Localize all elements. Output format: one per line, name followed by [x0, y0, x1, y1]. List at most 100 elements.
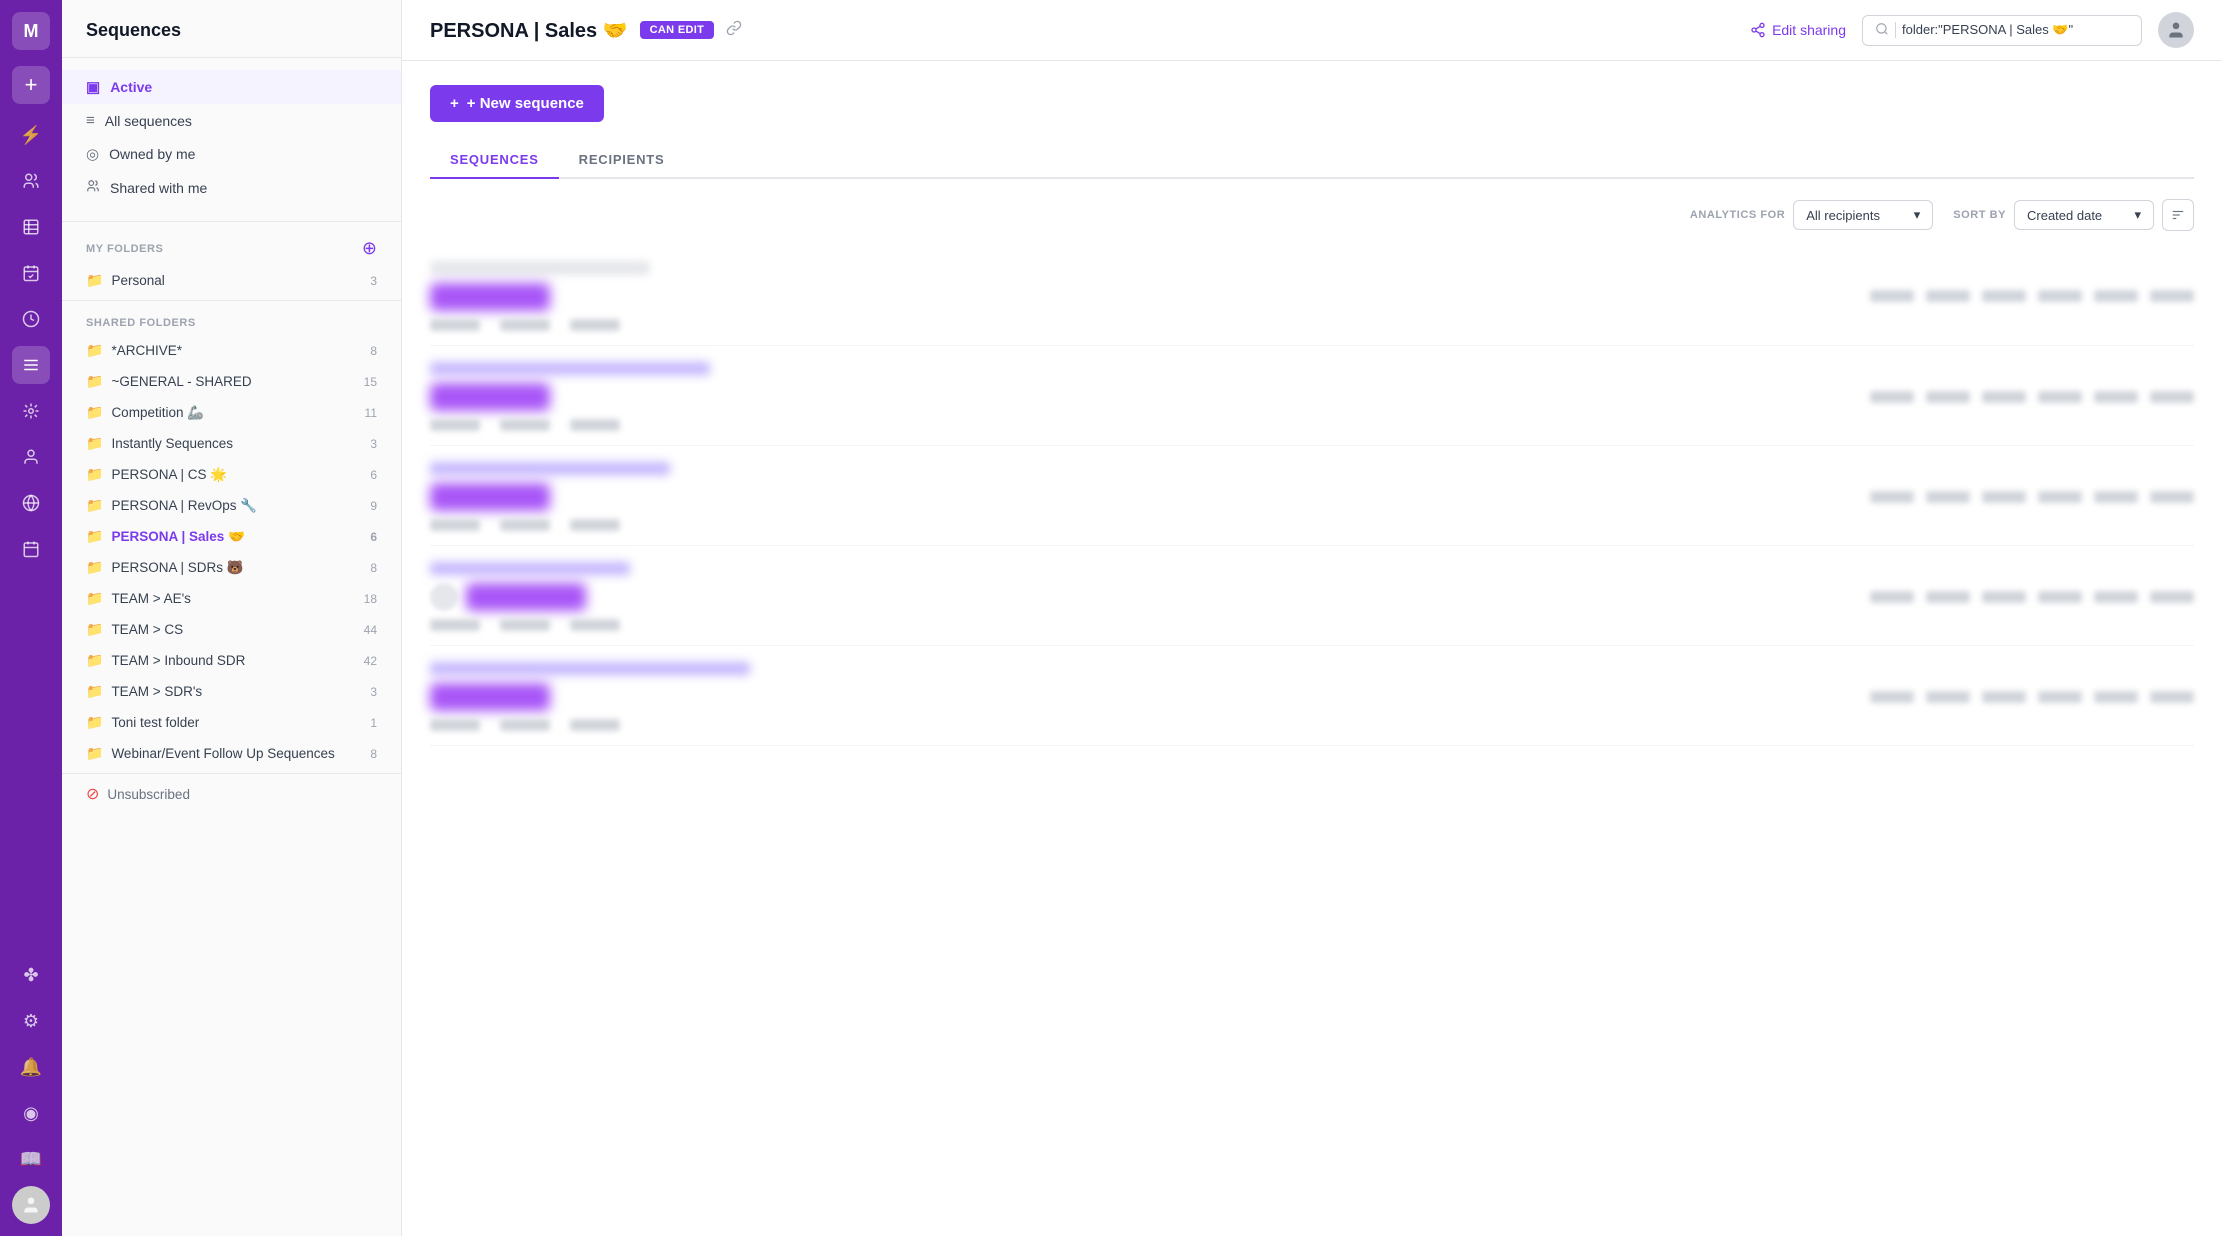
active-nav-icon: ▣ [86, 78, 100, 96]
folder-team-sdrs[interactable]: 📁 TEAM > SDR's 3 [62, 676, 401, 707]
sidebar-item-all-sequences[interactable]: ≡ All sequences [62, 104, 401, 137]
seq-right-stat [1926, 391, 1970, 403]
add-button[interactable]: + [12, 66, 50, 104]
folder-toni-test[interactable]: 📁 Toni test folder 1 [62, 707, 401, 738]
folder-webinar[interactable]: 📁 Webinar/Event Follow Up Sequences 8 [62, 738, 401, 769]
seq-right-stat [1926, 591, 1970, 603]
sort-dropdown[interactable]: Created date ▾ [2014, 200, 2154, 230]
sequences-list [430, 247, 2194, 746]
folder-instantly-sequences[interactable]: 📁 Instantly Sequences 3 [62, 428, 401, 459]
seq-right-stat [2094, 491, 2138, 503]
folder-inbound-count: 42 [364, 654, 377, 668]
contacts-icon[interactable] [12, 438, 50, 476]
settings-icon[interactable]: ⚙ [12, 1002, 50, 1040]
sidebar: Sequences ▣ Active ≡ All sequences ◎ Own… [62, 0, 402, 1236]
sidebar-item-shared-label: Shared with me [110, 180, 207, 196]
folder-persona-sdrs[interactable]: 📁 PERSONA | SDRs 🐻 8 [62, 552, 401, 583]
folder-team-sdrs-count: 3 [370, 685, 377, 699]
my-folders-label: MY FOLDERS [86, 243, 163, 255]
folder-team-inbound-sdr[interactable]: 📁 TEAM > Inbound SDR 42 [62, 645, 401, 676]
seq-right-stat [1870, 290, 1914, 302]
seq-stat-2 [500, 319, 550, 331]
analytics-sort-row: ANALYTICS FOR All recipients ▾ SORT BY C… [430, 199, 2194, 231]
automation-icon[interactable]: ✤ [12, 956, 50, 994]
seq-right-stat [2038, 491, 2082, 503]
folder-icon-persona-revops: 📁 [86, 497, 103, 514]
calendar-icon[interactable] [12, 530, 50, 568]
folder-competition[interactable]: 📁 Competition 🦾 11 [62, 397, 401, 428]
seq-right-stat [1982, 391, 2026, 403]
new-sequence-plus: + [450, 95, 459, 112]
sort-order-button[interactable] [2162, 199, 2194, 231]
sequences-icon[interactable] [12, 346, 50, 384]
search-divider [1895, 22, 1896, 38]
unsubscribed-item[interactable]: ⊘ Unsubscribed [62, 773, 401, 814]
folder-persona-sales-label: PERSONA | Sales 🤝 [111, 529, 244, 545]
add-folder-button[interactable]: ⊕ [362, 238, 377, 259]
new-sequence-label: + New sequence [467, 95, 584, 112]
sequence-badge-blur [430, 683, 550, 711]
folder-team-sdrs-label: TEAM > SDR's [111, 684, 202, 699]
lightning-icon[interactable]: ⚡ [12, 116, 50, 154]
folder-icon-inbound: 📁 [86, 652, 103, 669]
bell-icon[interactable]: 🔔 [12, 1048, 50, 1086]
sidebar-item-owned-by-me[interactable]: ◎ Owned by me [62, 137, 401, 171]
analytics-group: ANALYTICS FOR All recipients ▾ [1690, 200, 1933, 230]
folder-webinar-label: Webinar/Event Follow Up Sequences [111, 746, 334, 761]
topbar-left: PERSONA | Sales 🤝 CAN EDIT [430, 18, 742, 43]
sidebar-item-all-sequences-label: All sequences [105, 113, 192, 129]
globe-icon[interactable] [12, 484, 50, 522]
folder-persona-sdrs-label: PERSONA | SDRs 🐻 [111, 560, 243, 576]
search-bar[interactable]: folder:"PERSONA | Sales 🤝" [1862, 15, 2142, 46]
table-row[interactable] [430, 247, 2194, 346]
folder-icon-team-aes: 📁 [86, 590, 103, 607]
connections-icon[interactable] [12, 392, 50, 430]
my-folders-header: MY FOLDERS ⊕ [62, 226, 401, 265]
folder-persona-revops[interactable]: 📁 PERSONA | RevOps 🔧 9 [62, 490, 401, 521]
folder-general-shared[interactable]: 📁 ~GENERAL - SHARED 15 [62, 366, 401, 397]
folder-persona-cs[interactable]: 📁 PERSONA | CS 🌟 6 [62, 459, 401, 490]
seq-right-stat [1870, 391, 1914, 403]
page-title: PERSONA | Sales 🤝 [430, 18, 628, 43]
sidebar-item-active[interactable]: ▣ Active [62, 70, 401, 104]
folder-team-cs[interactable]: 📁 TEAM > CS 44 [62, 614, 401, 645]
circle-icon[interactable]: ◉ [12, 1094, 50, 1132]
tab-sequences[interactable]: SEQUENCES [430, 142, 559, 179]
clock-icon[interactable] [12, 300, 50, 338]
folder-team-cs-count: 44 [364, 623, 377, 637]
user-avatar-rail[interactable] [12, 1186, 50, 1224]
table-row[interactable] [430, 448, 2194, 546]
new-sequence-button[interactable]: + + New sequence [430, 85, 604, 122]
book-icon[interactable]: 📖 [12, 1140, 50, 1178]
folder-archive-count: 8 [370, 344, 377, 358]
table-row[interactable] [430, 548, 2194, 646]
topbar: PERSONA | Sales 🤝 CAN EDIT Edit sharing … [402, 0, 2222, 61]
people-icon[interactable] [12, 162, 50, 200]
table-row[interactable] [430, 348, 2194, 446]
seq-right-stat [2094, 290, 2138, 302]
user-avatar[interactable] [2158, 12, 2194, 48]
sort-group: SORT BY Created date ▾ [1953, 199, 2194, 231]
folder-persona-sales[interactable]: 📁 PERSONA | Sales 🤝 6 [62, 521, 401, 552]
folder-archive[interactable]: 📁 *ARCHIVE* 8 [62, 335, 401, 366]
folder-general-count: 15 [364, 375, 377, 389]
chart-icon[interactable] [12, 208, 50, 246]
sequence-badge-blur [430, 383, 550, 411]
table-row[interactable] [430, 648, 2194, 746]
app-logo[interactable]: M [12, 12, 50, 50]
folder-competition-label: Competition 🦾 [111, 405, 204, 421]
sort-label: SORT BY [1953, 209, 2006, 221]
seq-right-stat [1982, 491, 2026, 503]
sort-chevron-icon: ▾ [2134, 207, 2141, 223]
folder-team-aes[interactable]: 📁 TEAM > AE's 18 [62, 583, 401, 614]
tasks-icon[interactable] [12, 254, 50, 292]
tab-recipients[interactable]: RECIPIENTS [559, 142, 685, 179]
folder-personal[interactable]: 📁 Personal 3 [62, 265, 401, 296]
icon-rail: M + ⚡ ✤ ⚙ 🔔 [0, 0, 62, 1236]
link-icon[interactable] [726, 20, 742, 41]
seq-stat-1 [430, 619, 480, 631]
sidebar-item-shared-with-me[interactable]: Shared with me [62, 171, 401, 205]
edit-sharing-button[interactable]: Edit sharing [1750, 22, 1846, 38]
sidebar-title: Sequences [62, 0, 401, 58]
analytics-dropdown[interactable]: All recipients ▾ [1793, 200, 1933, 230]
